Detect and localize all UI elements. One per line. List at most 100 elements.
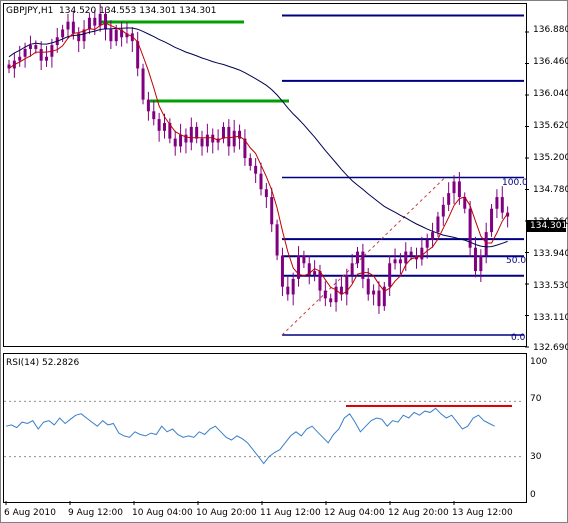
candle-body — [195, 126, 199, 139]
candle-body — [179, 134, 183, 147]
time-axis-label: 13 Aug 12:00 — [452, 508, 513, 518]
fib-label-50: 50.0 — [506, 256, 527, 266]
candle-body — [356, 251, 360, 264]
candle-body — [313, 271, 317, 275]
candle-body — [146, 99, 150, 112]
candle-body — [23, 48, 27, 57]
candle-body — [18, 56, 22, 61]
fib-label-100: 100.0 — [502, 178, 528, 188]
price-axis-label: 133.530 — [533, 281, 568, 291]
candle-body — [350, 263, 354, 275]
candle-body — [232, 130, 236, 147]
candle-body — [173, 138, 177, 147]
candle-body — [425, 239, 429, 248]
candle-body — [71, 21, 75, 34]
candle-body — [104, 13, 108, 30]
candle-body — [409, 251, 413, 256]
candle-body — [297, 255, 301, 279]
time-axis-label: 6 Aug 2010 — [4, 508, 56, 518]
rsi-axis-label: 100 — [530, 357, 548, 367]
candle-body — [275, 224, 279, 256]
candle-body — [141, 68, 145, 100]
candle-body — [484, 232, 488, 256]
candle-body — [264, 189, 268, 198]
fib-label-0: 0.0 — [511, 333, 526, 343]
candle-body — [441, 204, 445, 217]
candle-body — [447, 193, 451, 205]
ma-slow-line — [8, 27, 508, 248]
candle-body — [93, 17, 97, 26]
rsi-line — [5, 407, 495, 465]
chart-canvas — [4, 2, 529, 505]
candle-body — [361, 251, 365, 279]
candle-body — [398, 259, 402, 264]
rsi-axis-label: 0 — [530, 490, 536, 500]
candle-body — [490, 208, 494, 233]
candle-body — [28, 45, 32, 49]
candle-body — [221, 126, 225, 139]
candle-body — [184, 134, 188, 143]
chart-title: GBPJPY,H1 134.520 134.553 134.301 134.30… — [6, 6, 217, 16]
candle-body — [45, 56, 49, 61]
candle-body — [393, 259, 397, 264]
time-axis-label: 9 Aug 12:00 — [68, 508, 123, 518]
candle-body — [452, 181, 456, 194]
candle-body — [388, 263, 392, 287]
current-price-marker: 134.301 — [527, 220, 567, 232]
candle-body — [280, 255, 284, 287]
candle-body — [109, 29, 113, 42]
price-axis-label: 136.880 — [533, 25, 568, 35]
rsi-title: RSI(14) 52.2826 — [6, 358, 79, 368]
candle-body — [39, 48, 43, 61]
time-axis-label: 10 Aug 20:00 — [196, 508, 257, 518]
candle-body — [189, 126, 193, 143]
candle-body — [227, 126, 231, 147]
price-axis-label: 136.460 — [533, 57, 568, 67]
price-axis-label: 133.940 — [533, 249, 568, 259]
candle-body — [286, 286, 290, 295]
candle-body — [205, 134, 209, 147]
rsi-axis-label: 30 — [530, 452, 542, 462]
price-axis-label: 135.200 — [533, 153, 568, 163]
candle-body — [34, 45, 38, 49]
candle-body — [436, 216, 440, 233]
candle-body — [270, 197, 274, 225]
candle-body — [377, 290, 381, 307]
time-axis-label: 12 Aug 20:00 — [388, 508, 449, 518]
candle-body — [259, 173, 263, 190]
price-axis-label: 136.040 — [533, 89, 568, 99]
candle-body — [372, 290, 376, 295]
candle-body — [302, 255, 306, 264]
rsi-name: RSI(14) — [6, 358, 40, 368]
candle-body — [87, 17, 91, 30]
candle-body — [329, 298, 333, 303]
candle-body — [248, 158, 252, 166]
rsi-axis-label: 70 — [530, 394, 542, 404]
candle-body — [152, 111, 156, 120]
candle-body — [495, 197, 499, 209]
candle-body — [500, 197, 504, 213]
symbol-timeframe: GBPJPY,H1 — [6, 6, 54, 16]
candle-body — [479, 255, 483, 272]
candle-body — [66, 21, 70, 30]
time-axis-label: 10 Aug 04:00 — [132, 508, 193, 518]
candle-body — [323, 290, 327, 299]
candle-body — [254, 165, 258, 174]
rsi-value: 52.2826 — [41, 358, 80, 368]
ohlc-values: 134.520 134.553 134.301 134.301 — [59, 6, 217, 16]
candle-body — [291, 278, 295, 295]
candle-body — [200, 138, 204, 147]
candle-body — [318, 271, 322, 291]
price-axis-label: 132.690 — [533, 343, 568, 353]
ma-fast-line — [8, 22, 509, 296]
candle-body — [157, 119, 161, 131]
candle-body — [457, 181, 461, 198]
candle-body — [114, 29, 118, 42]
candle-body — [420, 247, 424, 260]
price-axis-label: 134.780 — [533, 185, 568, 195]
candle-body — [473, 247, 477, 272]
candle-body — [366, 278, 370, 295]
candle-body — [162, 123, 166, 131]
time-axis-label: 11 Aug 12:00 — [260, 508, 321, 518]
candle-body — [404, 251, 408, 264]
